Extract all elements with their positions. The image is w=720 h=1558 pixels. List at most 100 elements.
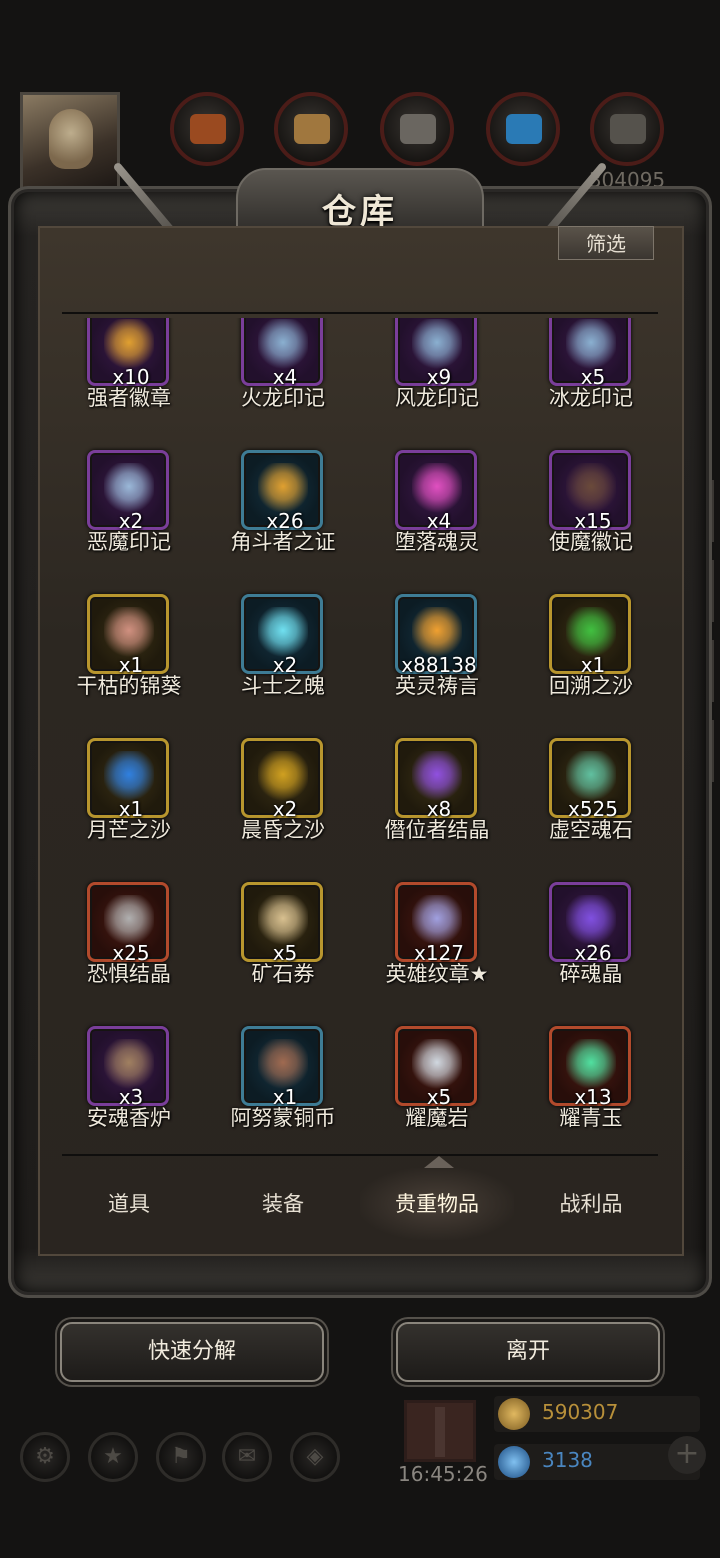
item-name: 月芒之沙 [87, 818, 171, 842]
item-cell[interactable]: x15 使魔徽记 [514, 450, 668, 580]
item-cell[interactable]: x8 僭位者结晶 [360, 738, 514, 868]
item-icon [566, 607, 616, 659]
item-icon [412, 319, 462, 371]
resource-glyph [190, 114, 226, 144]
iron-ingot-icon[interactable] [380, 92, 454, 166]
filter-button[interactable]: 筛选 [558, 226, 654, 260]
item-icon [566, 319, 616, 371]
item-cell[interactable]: x127 英雄纹章★ [360, 882, 514, 1012]
item-cell[interactable]: x2 斗士之魄 [206, 594, 360, 724]
item-slot[interactable]: x9 [395, 318, 477, 389]
item-slot[interactable]: x1 [87, 738, 169, 821]
gift-chest-icon[interactable] [404, 1400, 476, 1462]
item-slot[interactable]: x26 [549, 882, 631, 965]
quick-decompose-button[interactable]: 快速分解 [60, 1322, 324, 1382]
item-slot[interactable]: x88138 [395, 594, 477, 677]
item-icon [104, 607, 154, 659]
item-cell[interactable]: x1 干枯的锦葵 [52, 594, 206, 724]
item-slot[interactable]: x4 [395, 450, 477, 533]
item-cell[interactable]: x10 强者徽章 [52, 318, 206, 436]
item-cell[interactable]: x5 矿石券 [206, 882, 360, 1012]
item-icon [258, 319, 308, 371]
item-cell[interactable]: x1 月芒之沙 [52, 738, 206, 868]
item-icon [412, 895, 462, 947]
mail-icon[interactable]: ✉ [222, 1432, 272, 1482]
item-name: 干枯的锦葵 [76, 674, 182, 698]
wood-planks-icon[interactable] [274, 92, 348, 166]
item-slot[interactable]: x25 [87, 882, 169, 965]
item-cell[interactable]: x25 恐惧结晶 [52, 882, 206, 1012]
item-cell[interactable]: x13 耀青玉 [514, 1026, 668, 1138]
item-slot[interactable]: x1 [549, 594, 631, 677]
item-icon [566, 751, 616, 803]
player-avatar[interactable] [20, 92, 120, 192]
item-slot[interactable]: x127 [395, 882, 477, 965]
tab-0[interactable]: 道具 [52, 1168, 206, 1240]
tab-3[interactable]: 战利品 [514, 1168, 668, 1240]
item-name: 耀魔岩 [405, 1106, 469, 1130]
item-grid[interactable]: x10 强者徽章 x4 火龙印记 x9 风龙印记 x5 冰龙印记 x2 恶魔印记 x26 角斗者之证 x… [52, 318, 668, 1138]
item-cell[interactable]: x2 晨昏之沙 [206, 738, 360, 868]
item-name: 堕落魂灵 [395, 530, 479, 554]
item-name: 晨昏之沙 [241, 818, 325, 842]
item-cell[interactable]: x26 碎魂晶 [514, 882, 668, 1012]
item-name: 僭位者结晶 [384, 818, 490, 842]
item-name: 斗士之魄 [241, 674, 325, 698]
item-name: 英灵祷言 [395, 674, 479, 698]
item-cell[interactable]: x3 安魂香炉 [52, 1026, 206, 1138]
tab-2[interactable]: 贵重物品 [360, 1168, 514, 1240]
resource-glyph [610, 114, 646, 144]
item-slot[interactable]: x525 [549, 738, 631, 821]
item-cell[interactable]: x2 恶魔印记 [52, 450, 206, 580]
item-slot[interactable]: x2 [241, 738, 323, 821]
item-slot[interactable]: x5 [549, 318, 631, 389]
gold-counter: 590307 [494, 1396, 700, 1432]
item-slot[interactable]: x5 [241, 882, 323, 965]
item-cell[interactable]: x88138 英灵祷言 [360, 594, 514, 724]
item-name: 回溯之沙 [549, 674, 633, 698]
tab-1[interactable]: 装备 [206, 1168, 360, 1240]
settings-gear-icon[interactable]: ⚙ [20, 1432, 70, 1482]
item-slot[interactable]: x13 [549, 1026, 631, 1109]
leave-button[interactable]: 离开 [396, 1322, 660, 1382]
bottom-divider [62, 1154, 658, 1156]
copper-ore-icon[interactable] [170, 92, 244, 166]
item-name: 强者徽章 [87, 386, 171, 410]
item-cell[interactable]: x1 阿努蒙铜币 [206, 1026, 360, 1138]
item-slot[interactable]: x2 [241, 594, 323, 677]
stone-block-icon[interactable] [590, 92, 664, 166]
item-slot[interactable]: x3 [87, 1026, 169, 1109]
item-name: 碎魂晶 [559, 962, 623, 986]
item-name: 虚空魂石 [549, 818, 633, 842]
item-cell[interactable]: x9 风龙印记 [360, 318, 514, 436]
crystal-icon[interactable] [486, 92, 560, 166]
item-slot[interactable]: x10 [87, 318, 169, 389]
item-slot[interactable]: x2 [87, 450, 169, 533]
add-currency-button[interactable]: + [668, 1436, 706, 1474]
item-cell[interactable]: x4 堕落魂灵 [360, 450, 514, 580]
item-slot[interactable]: x26 [241, 450, 323, 533]
cube-icon[interactable]: ◈ [290, 1432, 340, 1482]
item-slot[interactable]: x8 [395, 738, 477, 821]
item-cell[interactable]: x26 角斗者之证 [206, 450, 360, 580]
item-cell[interactable]: x5 耀魔岩 [360, 1026, 514, 1138]
item-name: 英雄纹章★ [385, 962, 489, 986]
item-icon [104, 751, 154, 803]
item-icon [104, 1039, 154, 1091]
item-slot[interactable]: x5 [395, 1026, 477, 1109]
item-slot[interactable]: x4 [241, 318, 323, 389]
item-cell[interactable]: x525 虚空魂石 [514, 738, 668, 868]
item-name: 火龙印记 [241, 386, 325, 410]
item-cell[interactable]: x5 冰龙印记 [514, 318, 668, 436]
item-slot[interactable]: x1 [241, 1026, 323, 1109]
item-slot[interactable]: x1 [87, 594, 169, 677]
guild-icon[interactable]: ⚑ [156, 1432, 206, 1482]
item-slot[interactable]: x15 [549, 450, 631, 533]
item-cell[interactable]: x4 火龙印记 [206, 318, 360, 436]
category-tabs: 道具 装备 贵重物品 战利品 [52, 1168, 668, 1240]
bottom-hud: ⚙ ★ ⚑ ✉ ◈ 16:45:26 590307 3138 + [0, 1390, 720, 1500]
item-cell[interactable]: x1 回溯之沙 [514, 594, 668, 724]
star-badge-icon[interactable]: ★ [88, 1432, 138, 1482]
item-icon [412, 751, 462, 803]
item-icon [412, 1039, 462, 1091]
